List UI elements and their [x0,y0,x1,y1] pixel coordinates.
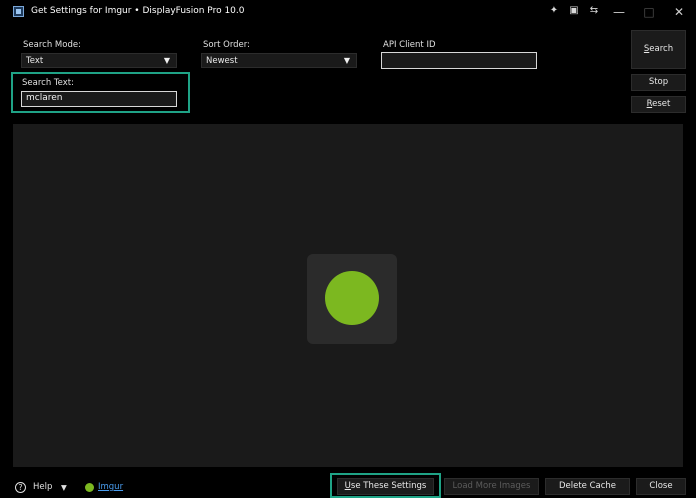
search-text-input[interactable]: mclaren [21,91,177,107]
help-dropdown-icon[interactable]: ▼ [61,483,67,492]
app-icon [13,6,24,17]
status-dot-icon [85,483,94,492]
close-button[interactable]: Close [636,478,686,495]
delete-cache-button[interactable]: Delete Cache [545,478,630,495]
chevron-down-icon: ▼ [343,56,350,65]
search-button[interactable]: Search [631,30,686,69]
maximize-button[interactable]: □ [634,2,664,22]
imgur-link[interactable]: Imgur [98,482,123,492]
search-mode-dropdown[interactable]: Text ▼ [21,53,177,68]
api-client-id-input[interactable] [381,52,537,69]
search-mode-label: Search Mode: [23,40,81,50]
sort-order-label: Sort Order: [203,40,250,50]
close-window-button[interactable]: ✕ [664,2,694,22]
load-more-images-button[interactable]: Load More Images [444,478,539,495]
use-these-settings-button[interactable]: Use These Settings [337,478,434,495]
loading-dot-icon [325,271,379,325]
chevron-down-icon: ▼ [163,56,170,65]
window-title: Get Settings for Imgur • DisplayFusion P… [31,6,245,16]
help-button[interactable]: Help [33,482,52,492]
help-icon[interactable]: ? [15,482,26,493]
stop-button[interactable]: Stop [631,74,686,91]
sort-order-value: Newest [206,56,238,66]
search-text-label: Search Text: [22,78,74,88]
monitor-icon[interactable]: ▣ [568,5,580,17]
screen-icon[interactable]: ⇆ [588,5,600,17]
reset-button[interactable]: Reset [631,96,686,113]
api-client-id-label: API Client ID [383,40,436,50]
pin-icon[interactable]: ✦ [548,5,560,17]
minimize-button[interactable]: — [604,2,634,22]
sort-order-dropdown[interactable]: Newest ▼ [201,53,357,68]
search-mode-value: Text [26,56,44,66]
